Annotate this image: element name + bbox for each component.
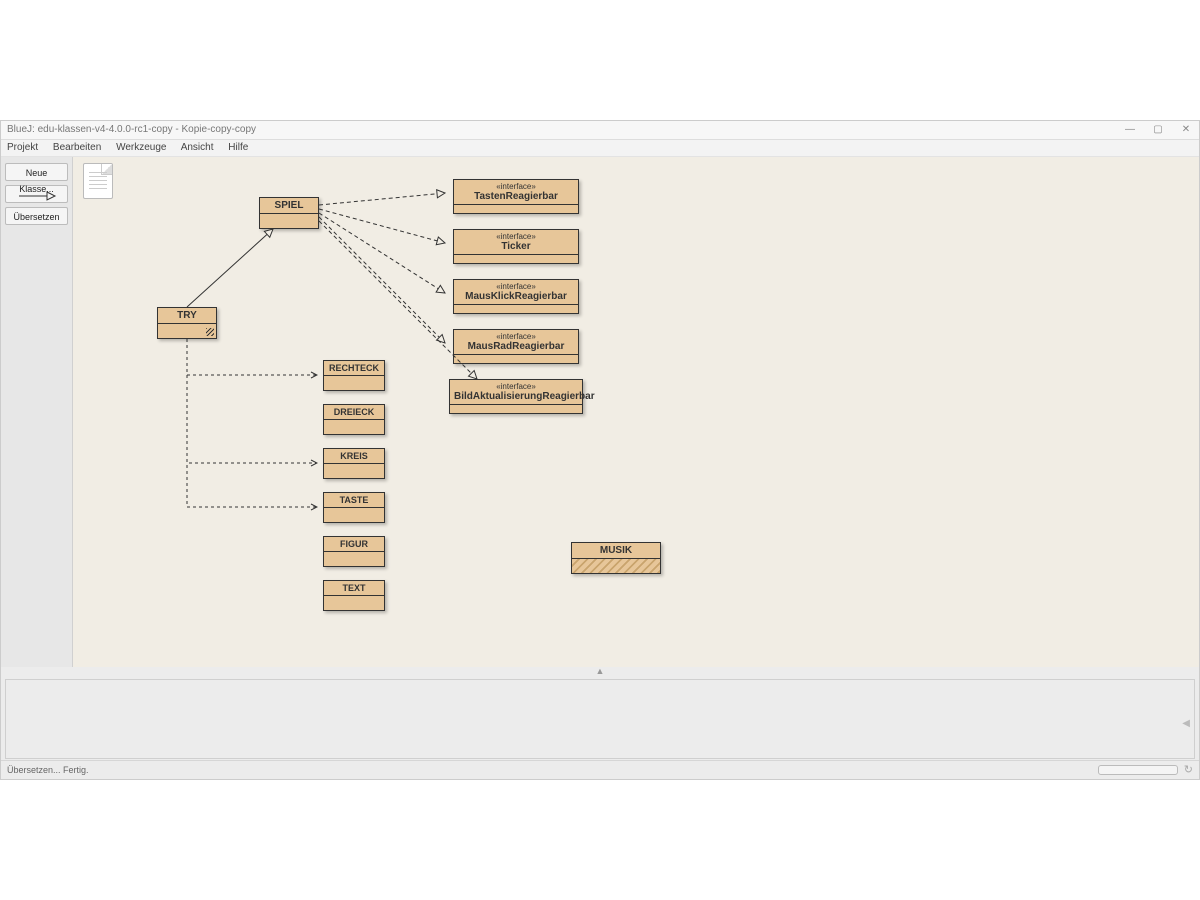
window-minimize-button[interactable]: — (1123, 121, 1137, 139)
window-close-button[interactable]: ✕ (1179, 121, 1193, 139)
interface-mausrad-reagierbar[interactable]: «interface»MausRadReagierbar (453, 329, 579, 364)
app-window: BlueJ: edu-klassen-v4-4.0.0-rc1-copy - K… (0, 120, 1200, 780)
inheritance-arrow-button[interactable] (5, 185, 68, 203)
new-class-button[interactable]: Neue Klasse... (5, 163, 68, 181)
class-kreis[interactable]: KREIS (323, 448, 385, 479)
menu-bearbeiten[interactable]: Bearbeiten (53, 142, 101, 153)
class-spiel[interactable]: SPIEL (259, 197, 319, 229)
terminal-collapse-icon[interactable]: ◀ (1182, 718, 1190, 729)
activity-indicator-icon: ↻ (1184, 761, 1193, 779)
status-text: Übersetzen... Fertig. (7, 761, 89, 779)
interface-bild-reagierbar[interactable]: «interface»BildAktualisierungReagierbar (449, 379, 583, 414)
class-figur[interactable]: FIGUR (323, 536, 385, 567)
window-title: BlueJ: edu-klassen-v4-4.0.0-rc1-copy - K… (7, 121, 256, 139)
diagram-connectors (73, 157, 1199, 667)
readme-document-icon[interactable] (83, 163, 113, 199)
terminal-panel[interactable]: ◀ (5, 679, 1195, 759)
sidebar: Neue Klasse... Übersetzen (1, 157, 73, 667)
title-bar: BlueJ: edu-klassen-v4-4.0.0-rc1-copy - K… (1, 121, 1199, 140)
menu-projekt[interactable]: Projekt (7, 142, 38, 153)
class-try[interactable]: TRY (157, 307, 217, 339)
class-text[interactable]: TEXT (323, 580, 385, 611)
panel-splitter[interactable]: ▲ (1, 667, 1199, 675)
menu-hilfe[interactable]: Hilfe (228, 142, 248, 153)
interface-mausklick-reagierbar[interactable]: «interface»MausKlickReagierbar (453, 279, 579, 314)
class-taste[interactable]: TASTE (323, 492, 385, 523)
menu-werkzeuge[interactable]: Werkzeuge (116, 142, 166, 153)
class-rechteck[interactable]: RECHTECK (323, 360, 385, 391)
interface-ticker[interactable]: «interface»Ticker (453, 229, 579, 264)
progress-bar (1098, 765, 1178, 775)
class-diagram-canvas[interactable]: SPIEL TRY RECHTECK DREIECK KREIS TASTE F… (73, 157, 1199, 667)
menu-ansicht[interactable]: Ansicht (181, 142, 214, 153)
class-dreieck[interactable]: DREIECK (323, 404, 385, 435)
splitter-collapse-icon: ▲ (596, 666, 605, 676)
window-maximize-button[interactable]: ▢ (1151, 121, 1165, 139)
class-musik[interactable]: MUSIK (571, 542, 661, 574)
compile-button[interactable]: Übersetzen (5, 207, 68, 225)
status-bar: Übersetzen... Fertig. ↻ (1, 760, 1199, 779)
interface-tasten-reagierbar[interactable]: «interface»TastenReagierbar (453, 179, 579, 214)
menu-bar: Projekt Bearbeiten Werkzeuge Ansicht Hil… (1, 140, 1199, 157)
